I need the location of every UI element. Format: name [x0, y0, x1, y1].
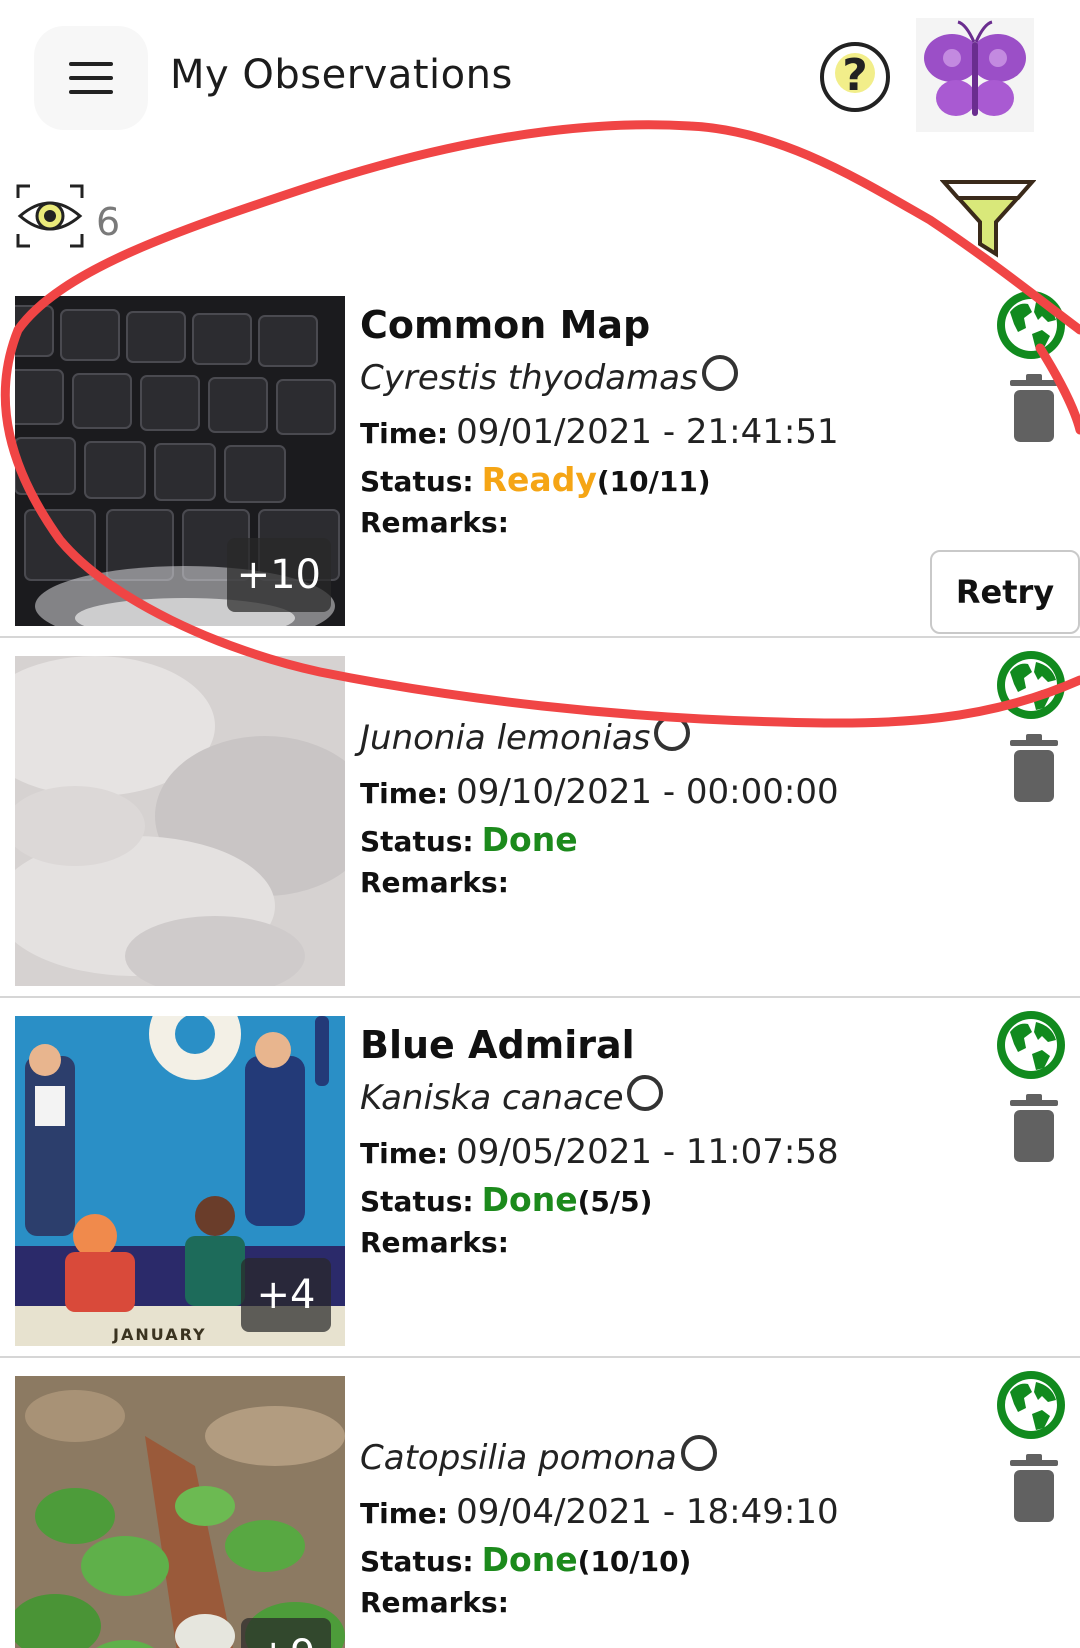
menu-button[interactable] — [34, 26, 148, 130]
scientific-name: Kaniska canace — [360, 1078, 624, 1118]
observation-info: Catopsilia pomona Time: 09/04/2021 - 18:… — [360, 1380, 980, 1630]
hamburger-menu-icon — [69, 62, 113, 94]
observation-photo[interactable]: +10 — [15, 296, 345, 626]
globe-icon[interactable] — [996, 650, 1066, 720]
globe-icon[interactable] — [996, 1370, 1066, 1440]
more-photos-badge: +9 — [241, 1618, 331, 1648]
more-photos-badge: +10 — [226, 538, 331, 612]
observation-info: Common Map Cyrestis thyodamas Time: 09/0… — [360, 300, 980, 550]
status-label: Status: — [360, 1185, 474, 1218]
time-label: Time: — [360, 1497, 449, 1530]
time-label: Time: — [360, 1137, 449, 1170]
observation-info: Blue Admiral Kaniska canace Time: 09/05/… — [360, 1020, 980, 1270]
observation-card[interactable]: JANUARY +4 Blue Admiral Kaniska canace T… — [0, 998, 1080, 1358]
trash-icon[interactable] — [1010, 374, 1058, 442]
common-name — [360, 1380, 980, 1430]
status-value: Ready — [481, 460, 597, 499]
remarks-label: Remarks: — [360, 506, 509, 539]
trash-icon[interactable] — [1010, 734, 1058, 802]
sync-status-circle-icon — [627, 1075, 664, 1111]
remarks-label: Remarks: — [360, 1586, 509, 1619]
common-name: Blue Admiral — [360, 1023, 635, 1067]
time-value: 09/04/2021 - 18:49:10 — [456, 1492, 839, 1532]
more-photos-badge: +4 — [241, 1258, 331, 1332]
observation-photo[interactable]: JANUARY +4 — [15, 1016, 345, 1346]
globe-icon[interactable] — [996, 290, 1066, 360]
status-label: Status: — [360, 1545, 474, 1578]
time-value: 09/05/2021 - 11:07:58 — [456, 1132, 839, 1172]
observation-card[interactable]: Junonia lemonias Time: 09/10/2021 - 00:0… — [0, 638, 1080, 998]
retry-button[interactable]: Retry — [930, 550, 1080, 634]
status-label: Status: — [360, 825, 474, 858]
scientific-name: Cyrestis thyodamas — [360, 358, 698, 398]
trash-icon[interactable] — [1010, 1094, 1058, 1162]
globe-icon[interactable] — [996, 1010, 1066, 1080]
status-count: (10/10) — [577, 1545, 692, 1578]
help-question-icon[interactable]: ? — [818, 40, 892, 114]
trash-icon[interactable] — [1010, 1454, 1058, 1522]
observation-photo[interactable]: +9 — [15, 1376, 345, 1648]
remarks-label: Remarks: — [360, 866, 509, 899]
sync-status-circle-icon — [680, 1435, 717, 1471]
status-value: Done — [481, 820, 578, 859]
status-label: Status: — [360, 465, 474, 498]
observation-card[interactable]: +10 Common Map Cyrestis thyodamas Time: … — [0, 278, 1080, 638]
remarks-label: Remarks: — [360, 1226, 509, 1259]
time-value: 09/01/2021 - 21:41:51 — [456, 412, 839, 452]
app-bar: My Observations ? — [0, 0, 1080, 160]
observation-info: Junonia lemonias Time: 09/10/2021 - 00:0… — [360, 660, 980, 910]
observation-photo[interactable] — [15, 656, 345, 986]
status-count: (10/11) — [596, 465, 711, 498]
filter-icon[interactable] — [940, 178, 1036, 258]
common-name: Common Map — [360, 303, 651, 347]
butterfly-logo-icon — [916, 18, 1034, 132]
sync-status-circle-icon — [701, 355, 738, 391]
time-value: 09/10/2021 - 00:00:00 — [456, 772, 839, 812]
status-count: (5/5) — [577, 1185, 653, 1218]
time-label: Time: — [360, 777, 449, 810]
sync-status-circle-icon — [654, 715, 691, 751]
observation-list: +10 Common Map Cyrestis thyodamas Time: … — [0, 278, 1080, 1648]
observation-count: 6 — [96, 200, 121, 244]
common-name — [360, 660, 980, 710]
time-label: Time: — [360, 417, 449, 450]
scientific-name: Junonia lemonias — [360, 718, 651, 758]
status-value: Done — [481, 1180, 578, 1219]
eye-icon[interactable] — [14, 182, 86, 250]
observation-card[interactable]: +9 Catopsilia pomona Time: 09/04/2021 - … — [0, 1358, 1080, 1648]
page-title: My Observations — [170, 52, 513, 98]
filter-toolbar: 6 — [0, 160, 1080, 278]
calendar-month-text: JANUARY — [112, 1325, 207, 1344]
scientific-name: Catopsilia pomona — [360, 1438, 677, 1478]
svg-text:?: ? — [842, 50, 868, 101]
status-value: Done — [481, 1540, 578, 1579]
